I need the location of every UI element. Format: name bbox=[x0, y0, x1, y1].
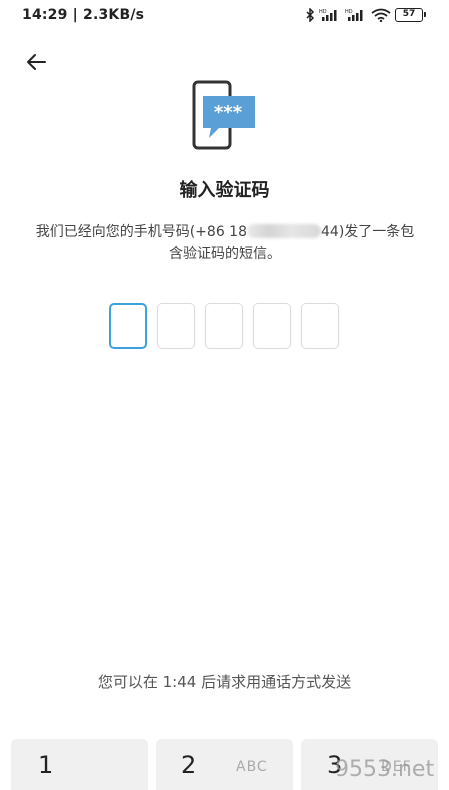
code-box[interactable] bbox=[157, 303, 195, 349]
signal-icon: HD bbox=[345, 8, 367, 22]
numeric-keypad: 1 2 ABC 3 DEF bbox=[0, 739, 449, 790]
key-digit: 1 bbox=[38, 751, 54, 779]
code-box[interactable] bbox=[205, 303, 243, 349]
svg-text:***: *** bbox=[214, 102, 243, 123]
resend-countdown-text: 您可以在 1:44 后请求用通话方式发送 bbox=[97, 673, 352, 691]
key-digit: 3 bbox=[327, 751, 343, 779]
code-box[interactable] bbox=[301, 303, 339, 349]
status-icons: HD HD 57 bbox=[305, 6, 426, 24]
bluetooth-icon bbox=[305, 8, 315, 22]
key-1[interactable]: 1 bbox=[11, 739, 148, 790]
code-box[interactable] bbox=[253, 303, 291, 349]
phone-sms-icon: *** bbox=[189, 80, 259, 152]
page-title: 输入验证码 bbox=[179, 180, 270, 201]
code-box[interactable] bbox=[109, 303, 147, 349]
key-2[interactable]: 2 ABC bbox=[156, 739, 293, 790]
key-letters: DEF bbox=[381, 759, 412, 775]
masked-phone-number bbox=[247, 224, 321, 238]
signal-icon: HD bbox=[319, 8, 341, 22]
message-line2: 含验证码的短信。 bbox=[169, 246, 281, 262]
status-bar: 14:29 | 2.3KB/s HD HD 57 bbox=[0, 0, 449, 30]
info-message: 我们已经向您的手机号码(+86 18 44)发了一条包 含验证码的短信。 bbox=[18, 221, 432, 265]
battery-icon: 57 bbox=[395, 8, 426, 22]
key-3[interactable]: 3 DEF bbox=[301, 739, 438, 790]
key-digit: 2 bbox=[181, 751, 197, 779]
network-badge: HD bbox=[319, 9, 327, 15]
wifi-icon bbox=[371, 8, 391, 22]
message-suffix: 44)发了一条包 bbox=[321, 224, 415, 240]
back-button[interactable] bbox=[20, 48, 52, 80]
network-badge: HD bbox=[345, 9, 353, 15]
verification-code-input[interactable] bbox=[109, 303, 341, 351]
status-time-speed: 14:29 | 2.3KB/s bbox=[22, 7, 145, 23]
key-letters: ABC bbox=[236, 759, 268, 775]
message-prefix: 我们已经向您的手机号码(+86 18 bbox=[35, 224, 247, 240]
arrow-left-icon bbox=[25, 51, 47, 77]
